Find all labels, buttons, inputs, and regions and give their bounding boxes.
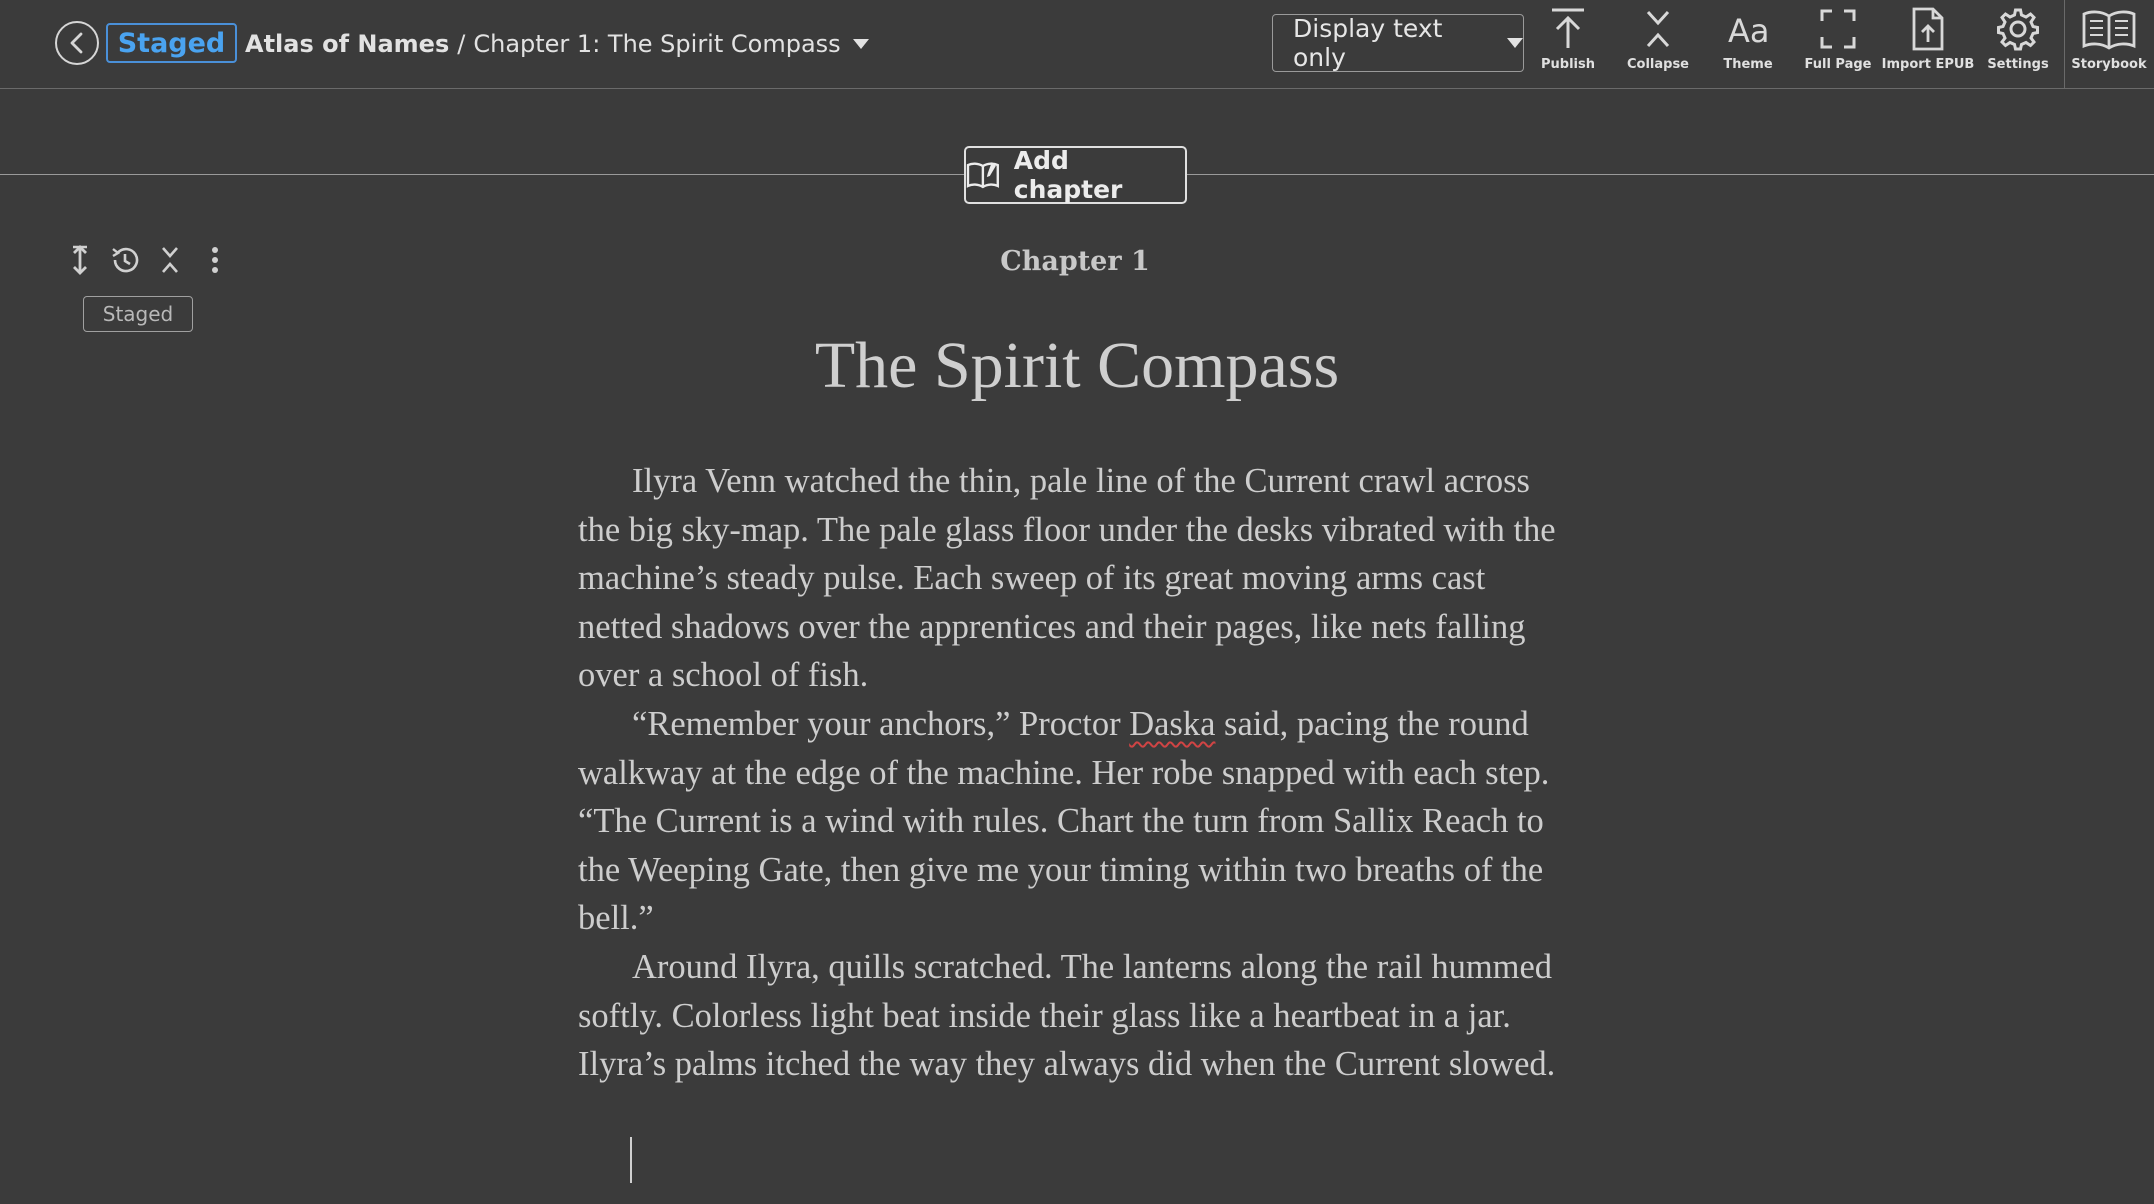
open-book-icon bbox=[2082, 10, 2136, 50]
chapter-status-badge[interactable]: Staged bbox=[83, 296, 193, 332]
full-page-button[interactable]: Full Page bbox=[1793, 6, 1883, 78]
gear-icon bbox=[1997, 8, 2039, 51]
collapse-button[interactable]: Collapse bbox=[1613, 6, 1703, 78]
font-aa-icon: Aa bbox=[1728, 12, 1770, 50]
display-mode-select[interactable]: Display text only bbox=[1272, 14, 1524, 72]
upload-arrow-icon bbox=[1552, 8, 1584, 48]
paragraph[interactable]: “Remember your anchors,” Proctor Daska s… bbox=[578, 700, 1578, 943]
add-chapter-label: Add chapter bbox=[1013, 146, 1123, 204]
storybook-button[interactable]: Storybook bbox=[2064, 6, 2154, 78]
chapter-dropdown-caret-icon[interactable] bbox=[852, 39, 869, 49]
top-toolbar: Staged Atlas of Names / Chapter 1: The S… bbox=[0, 0, 2154, 89]
chapter-number-label: Chapter 1 bbox=[1000, 246, 1150, 277]
spellcheck-word[interactable]: Daska bbox=[1129, 705, 1215, 743]
paragraph[interactable]: Around Ilyra, quills scratched. The lant… bbox=[578, 943, 1578, 1089]
chevron-left-icon bbox=[70, 32, 83, 54]
collapse-icon bbox=[1646, 10, 1670, 48]
settings-button[interactable]: Settings bbox=[1973, 6, 2063, 78]
fullscreen-icon bbox=[1820, 9, 1856, 49]
back-button[interactable] bbox=[55, 21, 99, 65]
book-pen-icon bbox=[966, 162, 999, 189]
display-mode-value: Display text only bbox=[1293, 14, 1443, 72]
chapter-body-editor[interactable]: Ilyra Venn watched the thin, pale line o… bbox=[578, 457, 1578, 1089]
add-chapter-button[interactable]: Add chapter bbox=[964, 146, 1187, 204]
theme-button[interactable]: Aa Theme bbox=[1703, 6, 1793, 78]
breadcrumb-separator: / bbox=[457, 30, 466, 58]
chapter-title[interactable]: The Spirit Compass bbox=[0, 328, 2154, 404]
breadcrumb-chapter[interactable]: Chapter 1: The Spirit Compass bbox=[473, 30, 840, 58]
chevron-down-icon bbox=[1507, 38, 1523, 48]
text-cursor bbox=[630, 1137, 632, 1183]
file-upload-icon bbox=[1912, 7, 1944, 51]
breadcrumb-book-title[interactable]: Atlas of Names bbox=[245, 30, 449, 58]
breadcrumb: Atlas of Names / Chapter 1: The Spirit C… bbox=[245, 26, 869, 62]
status-badge[interactable]: Staged bbox=[106, 23, 237, 63]
import-epub-button[interactable]: Import EPUB bbox=[1882, 6, 1974, 78]
paragraph[interactable]: Ilyra Venn watched the thin, pale line o… bbox=[578, 457, 1578, 700]
publish-button[interactable]: Publish bbox=[1523, 6, 1613, 78]
svg-text:Aa: Aa bbox=[1728, 12, 1770, 50]
